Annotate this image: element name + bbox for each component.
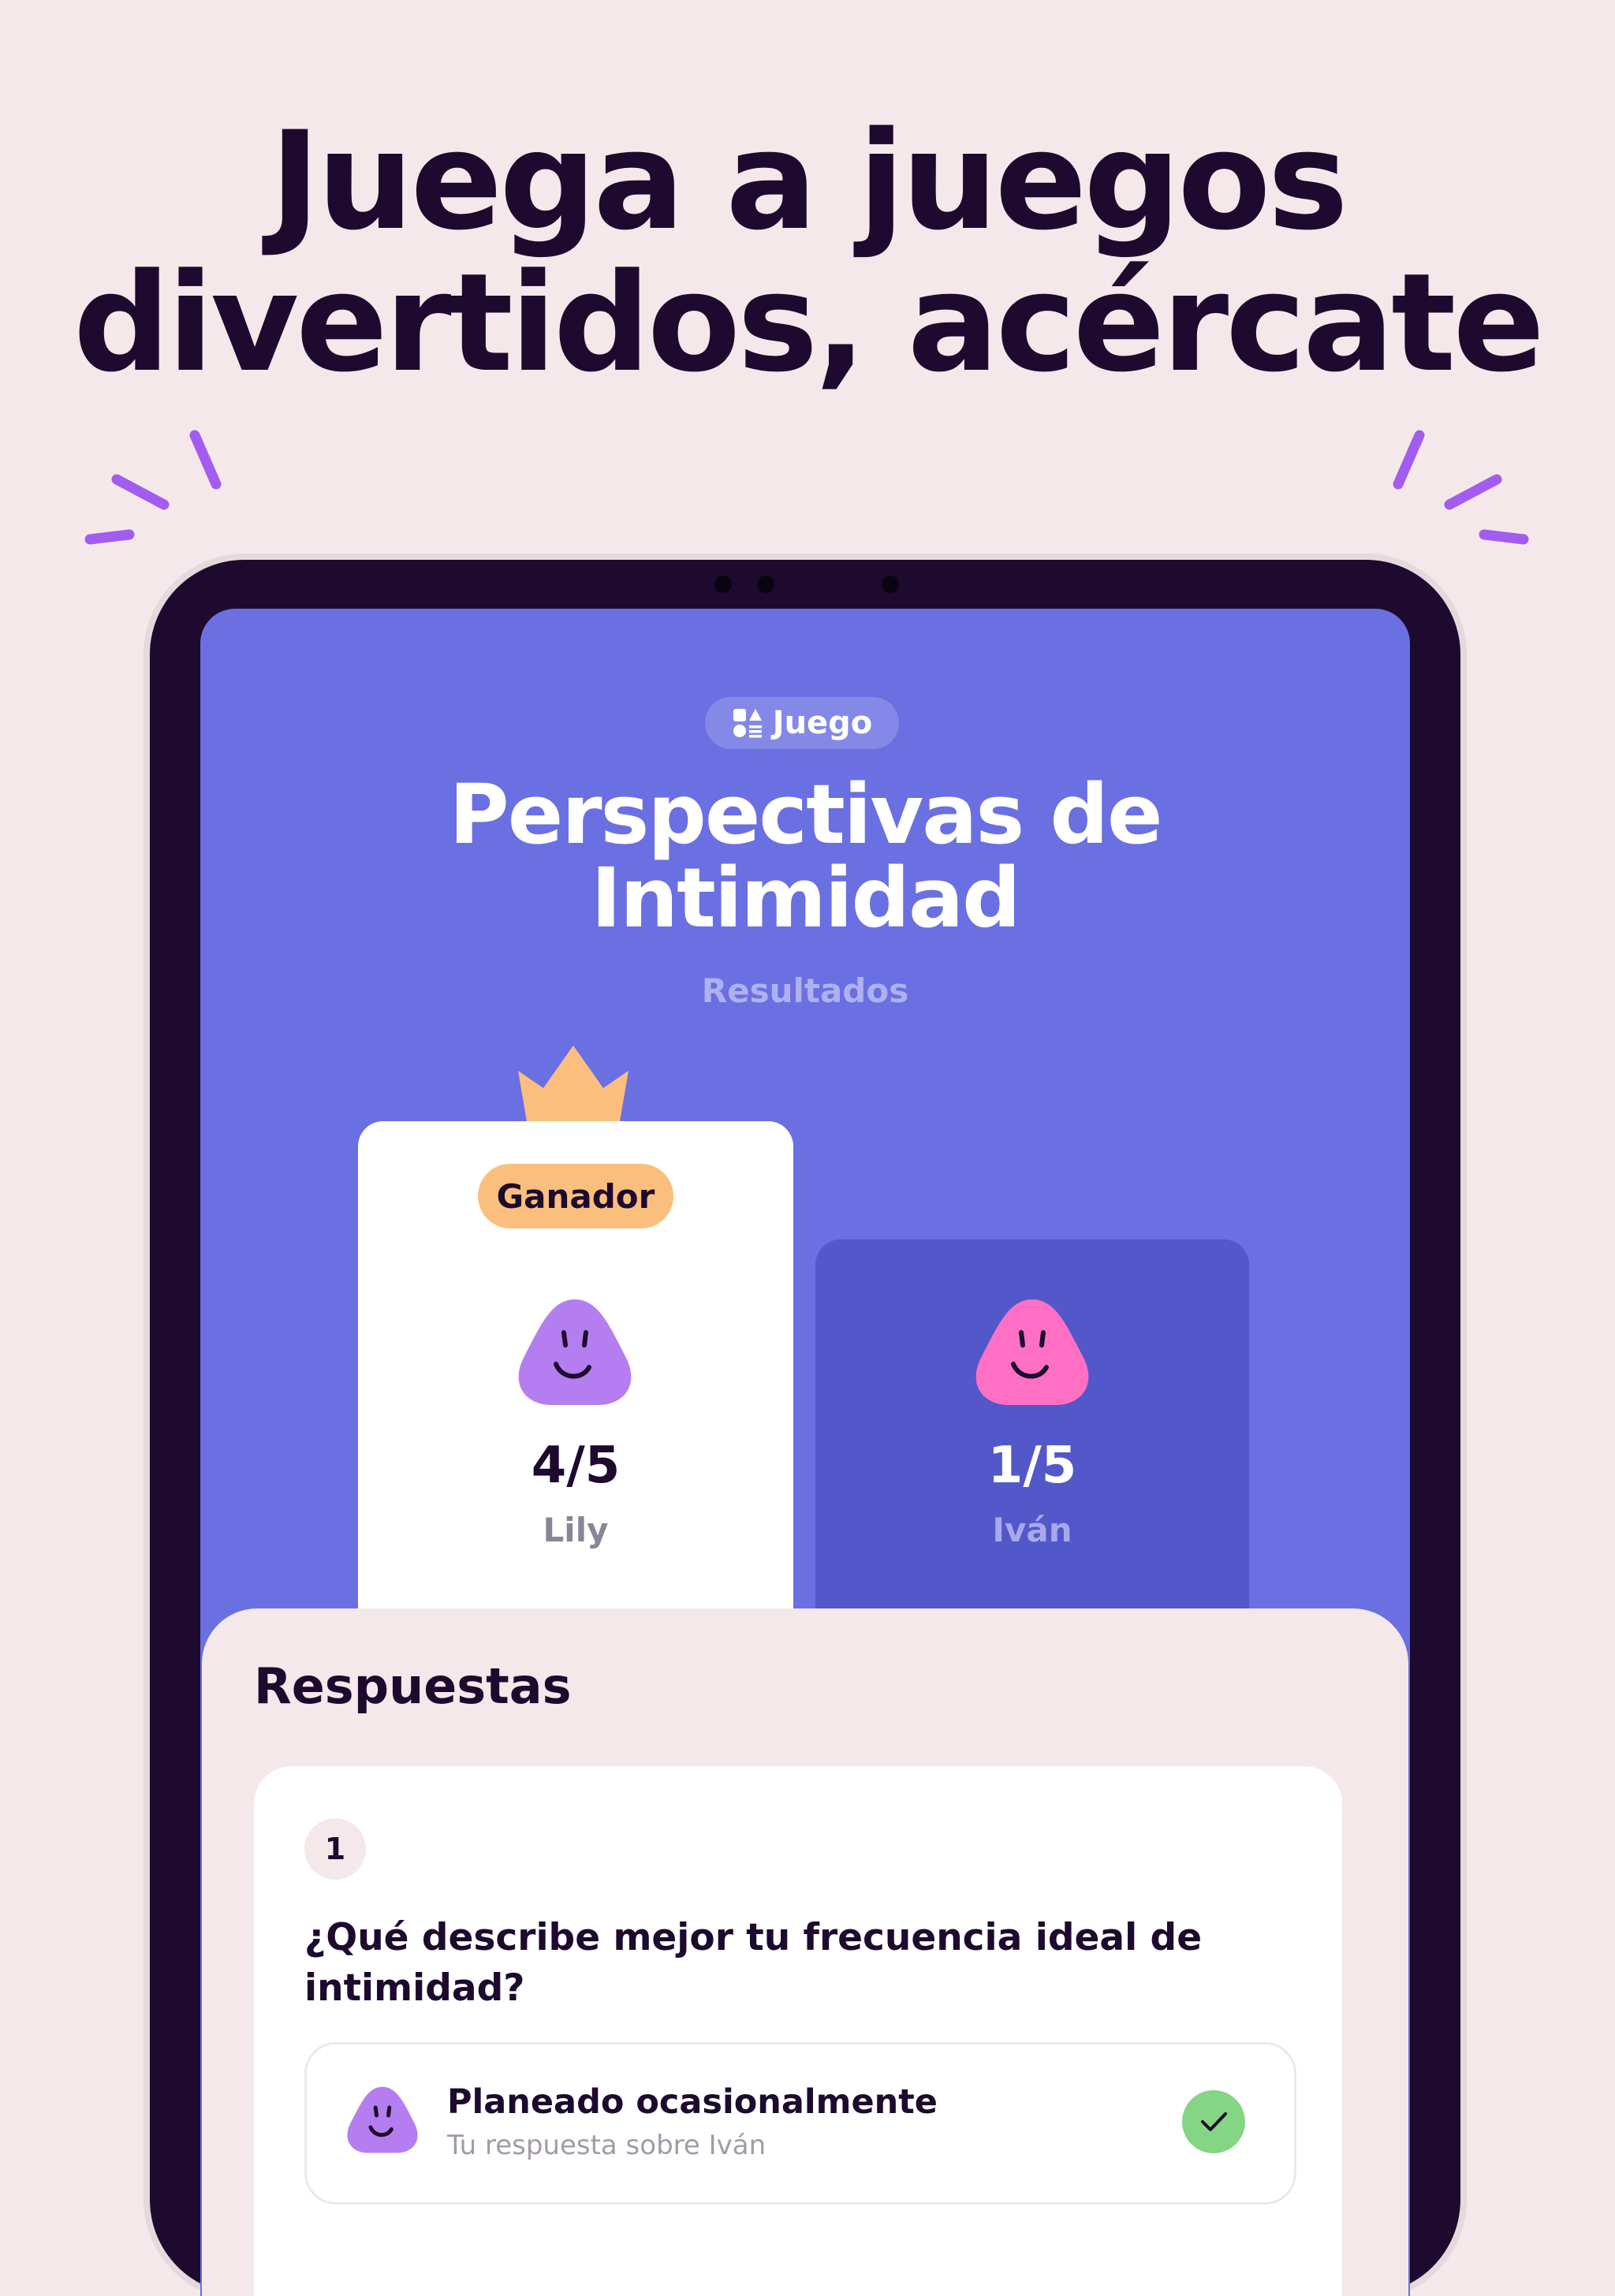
lily-avatar-icon bbox=[347, 2086, 418, 2153]
game-title: Perspectivas de Intimidad bbox=[200, 773, 1410, 940]
correct-check bbox=[1182, 2090, 1245, 2153]
winner-name: Lily bbox=[543, 1511, 609, 1549]
camera-dot bbox=[882, 576, 899, 593]
sparkle-right-icon bbox=[1393, 430, 1529, 545]
game-title-line-2: Intimidad bbox=[591, 850, 1020, 946]
sparkle-left-icon bbox=[84, 430, 222, 545]
results-subtitle: Resultados bbox=[701, 971, 909, 1010]
game-tag: Juego bbox=[705, 697, 899, 749]
camera-dot bbox=[757, 576, 774, 593]
ivan-avatar-icon bbox=[975, 1299, 1089, 1405]
lily-avatar-icon bbox=[518, 1299, 632, 1405]
app-screen: Juego Perspectivas de Intimidad Resultad… bbox=[200, 609, 1410, 2296]
question-number: 1 bbox=[304, 1818, 366, 1880]
answer-title: Planeado ocasionalmente bbox=[447, 2082, 938, 2122]
headline: Juega a juegos divertidos, acércate bbox=[0, 110, 1615, 394]
camera-dot bbox=[714, 576, 732, 593]
crown-icon bbox=[518, 1046, 628, 1126]
headline-line-1: Juega a juegos bbox=[270, 102, 1348, 260]
runner-up-score: 1/5 bbox=[987, 1437, 1077, 1495]
winner-card: Ganador 4/5 Lily bbox=[358, 1121, 793, 1673]
question-card: 1 ¿Qué describe mejor tu frecuencia idea… bbox=[254, 1766, 1342, 2296]
answer-subtitle: Tu respuesta sobre Iván bbox=[447, 2130, 766, 2161]
question-text: ¿Qué describe mejor tu frecuencia ideal … bbox=[304, 1916, 1203, 2010]
checkmark-icon bbox=[1201, 2112, 1227, 2131]
winner-score: 4/5 bbox=[531, 1437, 621, 1495]
answers-sheet[interactable]: Respuestas 1 ¿Qué describe mejor tu frec… bbox=[202, 1608, 1408, 2296]
winner-badge: Ganador bbox=[478, 1164, 673, 1228]
runner-up-name: Iván bbox=[992, 1511, 1072, 1549]
game-shapes-icon bbox=[733, 709, 762, 738]
answer-row[interactable]: Planeado ocasionalmente Tu respuesta sob… bbox=[304, 2042, 1296, 2205]
answers-heading: Respuestas bbox=[254, 1657, 572, 1715]
headline-line-2: divertidos, acércate bbox=[73, 244, 1545, 402]
game-title-line-1: Perspectivas de bbox=[449, 766, 1162, 863]
game-tag-label: Juego bbox=[772, 705, 873, 741]
tablet-device: Juego Perspectivas de Intimidad Resultad… bbox=[150, 560, 1460, 2296]
